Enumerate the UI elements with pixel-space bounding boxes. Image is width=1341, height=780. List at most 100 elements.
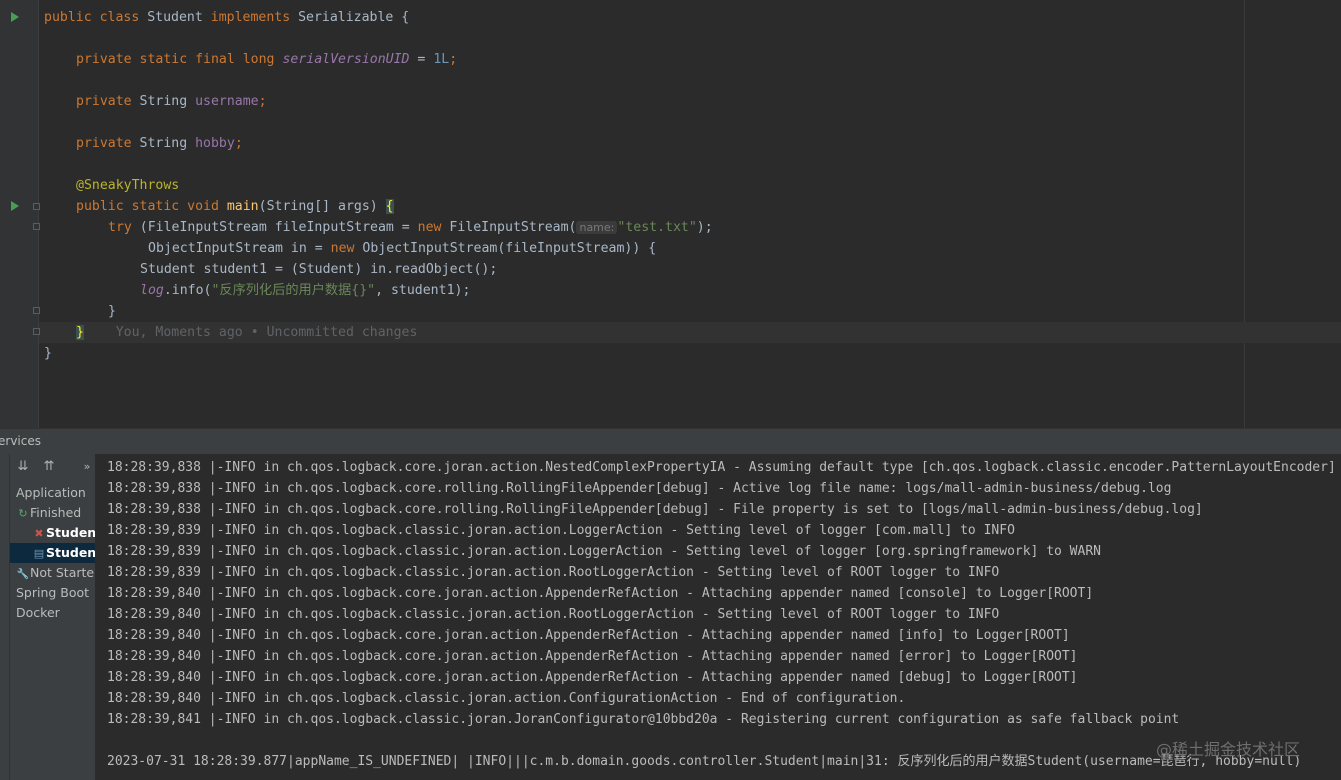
keyword: try bbox=[108, 220, 140, 235]
code-line-close-try[interactable]: } bbox=[108, 301, 116, 322]
code-line-close-main[interactable]: } You, Moments ago • Uncommitted changes bbox=[76, 322, 417, 343]
field-name: serialVersionUID bbox=[282, 52, 410, 67]
brace: { bbox=[385, 199, 394, 214]
code-line-annotation[interactable]: @SneakyThrows bbox=[76, 175, 179, 196]
services-title: ervices bbox=[0, 434, 41, 448]
code-line-username[interactable]: private String username; bbox=[76, 91, 267, 112]
tree-item-docker[interactable]: Docker bbox=[16, 603, 95, 623]
tree-toolbar: ⇊ ⇈ » bbox=[10, 454, 95, 480]
code-line-serial[interactable]: private static final long serialVersionU… bbox=[76, 49, 457, 70]
constructor: FileInputStream( bbox=[449, 220, 577, 235]
console-line: 18:28:39,841 |-INFO in ch.qos.logback.cl… bbox=[107, 712, 1180, 727]
keyword: public class bbox=[44, 10, 148, 25]
interface-name: Serializable { bbox=[298, 10, 410, 25]
services-left-toolbar bbox=[0, 454, 10, 780]
constructor: ObjectInputStream(fileInputStream)) { bbox=[362, 241, 657, 256]
fold-main-icon[interactable] bbox=[33, 203, 40, 210]
console-line: 18:28:39,839 |-INFO in ch.qos.logback.cl… bbox=[107, 544, 1101, 559]
type-name: String bbox=[139, 136, 196, 151]
tree-item-label: Application bbox=[16, 485, 86, 500]
console-line: 18:28:39,839 |-INFO in ch.qos.logback.cl… bbox=[107, 523, 1015, 538]
tree-item-label: Studen bbox=[46, 525, 95, 540]
expand-all-icon[interactable]: ⇊ bbox=[15, 459, 31, 475]
git-blame-annotation: You, Moments ago • Uncommitted changes bbox=[115, 325, 418, 340]
resource-decl: ObjectInputStream in = bbox=[148, 241, 331, 256]
tree-item-label: Finished bbox=[30, 505, 82, 520]
collapse-all-icon[interactable]: ⇈ bbox=[41, 459, 57, 475]
console-line: 18:28:39,839 |-INFO in ch.qos.logback.cl… bbox=[107, 565, 1000, 580]
console-line: 18:28:39,838 |-INFO in ch.qos.logback.co… bbox=[107, 502, 1203, 517]
console-line: 18:28:39,840 |-INFO in ch.qos.logback.co… bbox=[107, 628, 1070, 643]
brace: } bbox=[76, 325, 84, 340]
services-tree[interactable]: ⇊ ⇈ » Application ↻ Finished ✖ Studen ▤ Stu… bbox=[10, 454, 95, 780]
fold-try-icon[interactable] bbox=[33, 223, 40, 230]
close-paren: ); bbox=[696, 220, 713, 235]
right-margin-guide bbox=[1244, 0, 1245, 428]
semicolon: ; bbox=[234, 136, 243, 151]
resource-decl: (FileInputStream fileInputStream = bbox=[139, 220, 418, 235]
keyword: implements bbox=[210, 10, 299, 25]
type-name: String bbox=[139, 94, 196, 109]
tree-item-not-started[interactable]: 🔧Not Starte bbox=[16, 563, 95, 583]
fold-main-end-icon[interactable] bbox=[33, 328, 40, 335]
watermark: @稀土掘金技术社区 bbox=[1156, 740, 1301, 759]
code-line-class[interactable]: public class Student implements Serializ… bbox=[44, 7, 409, 28]
services-panel-header: ervices bbox=[0, 428, 1341, 454]
logger-field: log bbox=[140, 283, 164, 298]
app-console-icon: ▤ bbox=[33, 547, 45, 560]
stopped-app-icon: ✖ bbox=[34, 527, 44, 540]
keyword: new bbox=[417, 220, 450, 235]
gutter-divider bbox=[38, 0, 39, 428]
method-args: (String[] args) bbox=[258, 199, 386, 214]
code-line-close-class[interactable]: } bbox=[44, 343, 52, 364]
string-literal: "test.txt" bbox=[617, 220, 697, 235]
operator: = bbox=[409, 52, 434, 67]
keyword: private bbox=[76, 136, 140, 151]
code-line-ois[interactable]: ObjectInputStream in = new ObjectInputSt… bbox=[148, 238, 656, 259]
tree-item-label: Docker bbox=[16, 605, 60, 620]
field-name: username bbox=[195, 94, 259, 109]
tree-item-label: Spring Boot bbox=[16, 585, 90, 600]
blame-spacer bbox=[84, 325, 116, 340]
tree-item-student-1[interactable]: ✖ Studen bbox=[32, 523, 95, 543]
field-name: hobby bbox=[195, 136, 235, 151]
console-line: 18:28:39,840 |-INFO in ch.qos.logback.cl… bbox=[107, 691, 906, 706]
number-literal: 1L bbox=[433, 52, 450, 67]
wrench-icon: 🔧 bbox=[16, 569, 30, 580]
code-line-try[interactable]: try (FileInputStream fileInputStream = n… bbox=[108, 217, 713, 238]
code-line-main[interactable]: public static void main(String[] args) { bbox=[76, 196, 394, 217]
tree-item-label: Not Starte bbox=[30, 565, 95, 580]
tree-item-student-2[interactable]: ▤ Studen bbox=[10, 543, 95, 563]
console-line: 2023-07-31 18:28:39.877|appName_IS_UNDEF… bbox=[107, 754, 1302, 769]
semicolon: ; bbox=[258, 94, 267, 109]
call-args: , student1); bbox=[375, 283, 471, 298]
tree-item-spring-boot[interactable]: Spring Boot bbox=[16, 583, 95, 603]
keyword: private bbox=[76, 94, 140, 109]
semicolon: ; bbox=[449, 52, 458, 67]
console-line: 18:28:39,840 |-INFO in ch.qos.logback.co… bbox=[107, 586, 1094, 601]
run-main-icon[interactable] bbox=[11, 201, 19, 211]
code-line-log[interactable]: log.info("反序列化后的用户数据{}", student1); bbox=[140, 280, 470, 301]
method-call: .info( bbox=[163, 283, 212, 298]
console-output[interactable]: 18:28:39,838 |-INFO in ch.qos.logback.co… bbox=[95, 454, 1341, 780]
console-line: 18:28:39,838 |-INFO in ch.qos.logback.co… bbox=[107, 460, 1336, 475]
code-editor[interactable]: public class Student implements Serializ… bbox=[0, 0, 1341, 428]
console-line: 18:28:39,840 |-INFO in ch.qos.logback.co… bbox=[107, 649, 1078, 664]
console-line: 18:28:39,840 |-INFO in ch.qos.logback.cl… bbox=[107, 607, 1000, 622]
more-icon[interactable]: » bbox=[79, 459, 95, 475]
method-name: main bbox=[226, 199, 259, 214]
fold-try-end-icon[interactable] bbox=[33, 307, 40, 314]
tree-item-finished[interactable]: ↻ Finished bbox=[16, 503, 95, 523]
code-line-hobby[interactable]: private String hobby; bbox=[76, 133, 243, 154]
run-class-icon[interactable] bbox=[11, 12, 19, 22]
editor-gutter bbox=[0, 0, 38, 428]
keyword: private static final long bbox=[76, 52, 283, 67]
tree-item-application[interactable]: Application bbox=[16, 483, 95, 503]
code-line-read[interactable]: Student student1 = (Student) in.readObje… bbox=[140, 259, 497, 280]
keyword: public static void bbox=[76, 199, 227, 214]
console-line: 18:28:39,838 |-INFO in ch.qos.logback.co… bbox=[107, 481, 1172, 496]
class-name: Student bbox=[147, 10, 211, 25]
tree-item-label: Studen bbox=[46, 545, 95, 560]
parameter-hint: name: bbox=[576, 221, 618, 234]
rerun-icon: ↻ bbox=[18, 507, 28, 520]
